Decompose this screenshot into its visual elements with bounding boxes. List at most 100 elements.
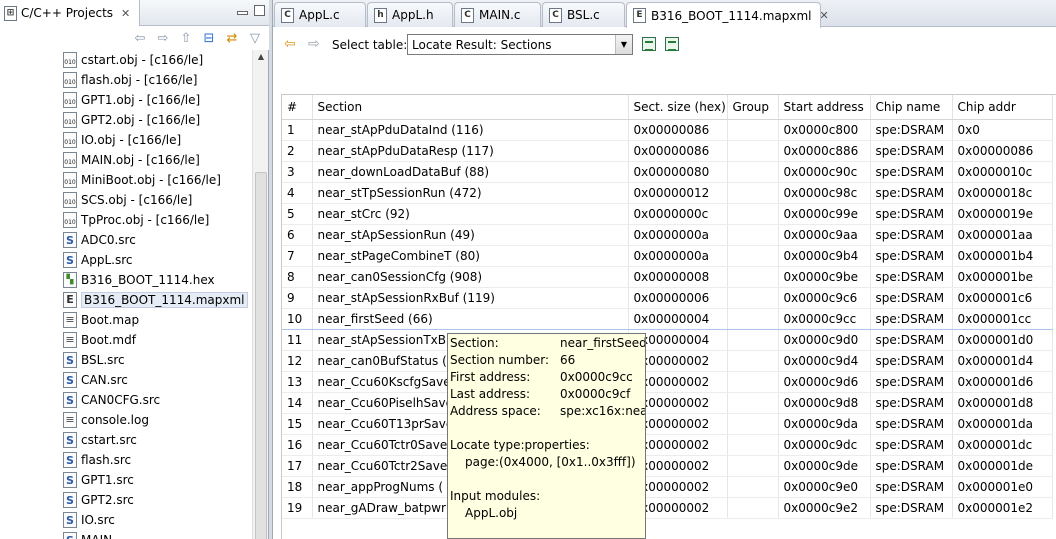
table-row[interactable]: 11 near_stApSessionTxBu 0x00000004 0x0000c9… <box>282 329 1053 351</box>
scrollbar-thumb[interactable] <box>255 172 267 539</box>
table-cell <box>727 307 779 330</box>
tree-item[interactable]: cstart.obj - [c166/le] <box>63 50 203 70</box>
table-cell: spe:DSRAM <box>870 287 953 309</box>
tree-item[interactable]: CAN.src <box>63 370 128 390</box>
column-header[interactable]: Chip name <box>870 95 953 120</box>
table-cell <box>727 266 779 288</box>
tree-item-label: GPT1.obj - [c166/le] <box>81 93 201 107</box>
table-settings-icon[interactable] <box>665 37 679 51</box>
up-icon[interactable]: ⇧ <box>178 30 194 46</box>
obj-file-icon <box>63 192 77 208</box>
tree-item[interactable]: flash.obj - [c166/le] <box>63 70 197 90</box>
table-row[interactable]: 9 near_stApSessionRxBuf (119) 0x00000006 0x… <box>282 287 1053 309</box>
tree-item[interactable]: GPT2.src <box>63 490 134 510</box>
table-row[interactable]: 12 near_can0BufStatus (9 0x00000002 0x0000c… <box>282 350 1053 372</box>
table-row[interactable]: 4 near_stTpSessionRun (472) 0x00000012 0x00… <box>282 182 1053 204</box>
tree-item-label: flash.src <box>81 453 132 467</box>
table-row[interactable]: 8 near_can0SessionCfg (908) 0x00000008 0x00… <box>282 266 1053 288</box>
column-header[interactable]: Sect. size (hex) <box>628 95 728 120</box>
tooltip-last-key: Last address: <box>450 387 530 401</box>
tooltip-last-value: 0x0000c9cf <box>560 387 631 401</box>
tree-item[interactable]: AppL.src <box>63 250 132 270</box>
table-row[interactable]: 5 near_stCrc (92) 0x0000000c 0x0000c99e spe:… <box>282 203 1053 225</box>
tree-item[interactable]: B316_BOOT_1114.hex <box>63 270 215 290</box>
scroll-up-icon[interactable]: ▲ <box>253 52 269 66</box>
tree-item[interactable]: GPT1.obj - [c166/le] <box>63 90 200 110</box>
back-arrow-icon[interactable]: ⇦ <box>284 37 296 51</box>
view-menu-icon[interactable]: ▽ <box>247 30 263 46</box>
table-row[interactable]: 6 near_stApSessionRun (49) 0x0000000a 0x000… <box>282 224 1053 246</box>
editor-tab[interactable]: MAIN.c <box>454 2 541 27</box>
column-header[interactable]: Group <box>727 95 779 120</box>
tree-item[interactable]: TpProc.obj - [c166/le] <box>63 210 209 230</box>
tree-item[interactable]: cstart.src <box>63 430 137 450</box>
editor-tab[interactable]: B316_BOOT_1114.mapxml ✕ <box>626 2 829 28</box>
table-cell: 18 <box>282 476 313 498</box>
table-row[interactable]: 7 near_stPageCombineT (80) 0x0000000a 0x000… <box>282 245 1053 267</box>
tree-item[interactable]: B316_BOOT_1114.mapxml <box>63 290 248 310</box>
tree-item-label: console.log <box>81 413 149 427</box>
link-with-editor-icon[interactable]: ⇄ <box>224 30 240 46</box>
tree-item[interactable]: SCS.obj - [c166/le] <box>63 190 192 210</box>
table-row[interactable]: 16 near_Ccu60Tctr0Save 0x00000002 0x0000c9d… <box>282 434 1053 456</box>
table-row[interactable]: 3 near_downLoadDataBuf (88) 0x00000080 0x00… <box>282 161 1053 183</box>
tree-item[interactable]: ADC0.src <box>63 230 136 250</box>
close-icon[interactable]: ✕ <box>820 9 829 22</box>
column-header[interactable]: Section <box>312 95 629 120</box>
tree-item-label: IO.src <box>81 513 115 527</box>
tree-item[interactable]: flash.src <box>63 450 131 470</box>
maximize-button[interactable] <box>254 5 265 16</box>
project-tree-scrollbar[interactable]: ▲ <box>252 50 268 539</box>
select-table-dropdown[interactable]: Locate Result: Sections ▼ <box>407 34 633 55</box>
tree-item[interactable]: MiniBoot.obj - [c166/le] <box>63 170 221 190</box>
tree-item-label: AppL.src <box>81 253 133 267</box>
tree-item[interactable]: GPT2.obj - [c166/le] <box>63 110 200 130</box>
back-icon[interactable]: ⇦ <box>132 30 148 46</box>
tooltip-first-value: 0x0000c9cc <box>560 370 633 384</box>
tree-item[interactable]: Boot.map <box>63 310 139 330</box>
column-header[interactable]: Start address <box>778 95 871 120</box>
tree-item-label: B316_BOOT_1114.hex <box>81 273 215 287</box>
column-header[interactable]: # <box>282 95 313 120</box>
tree-item-label: Boot.map <box>81 313 140 327</box>
table-row[interactable]: 10 near_firstSeed (66) 0x00000004 0x0000c9c… <box>282 307 1053 330</box>
tree-item-label: MAIN... <box>81 533 124 539</box>
tab-cpp-projects[interactable]: C/C++ Projects ✕ <box>0 0 140 26</box>
table-row[interactable]: 17 near_Ccu60Tctr2Save 0x00000002 0x0000c9d… <box>282 455 1053 477</box>
editor-tab[interactable]: AppL.c <box>274 2 366 27</box>
tree-item-label: GPT2.src <box>81 493 134 507</box>
forward-arrow-icon[interactable]: ⇨ <box>308 37 320 51</box>
editor-tab[interactable]: BSL.c <box>542 2 625 27</box>
tree-item[interactable]: MAIN.obj - [c166/le] <box>63 150 200 170</box>
table-cell: 2 <box>282 140 313 162</box>
tree-item[interactable]: IO.src <box>63 510 115 530</box>
chevron-down-icon[interactable]: ▼ <box>615 35 632 54</box>
table-row[interactable]: 2 near_stApPduDataResp (117) 0x00000086 0x0… <box>282 140 1053 162</box>
tree-item[interactable]: IO.obj - [c166/le] <box>63 130 181 150</box>
tooltip-number-value: 66 <box>560 353 576 367</box>
tree-item[interactable]: Boot.mdf <box>63 330 136 350</box>
close-icon[interactable]: ✕ <box>121 7 130 20</box>
table-cell: 5 <box>282 203 313 225</box>
tree-item[interactable]: console.log <box>63 410 149 430</box>
table-row[interactable]: 19 near_gADraw_batpwr 0x00000002 0x0000c9e2… <box>282 497 1053 519</box>
table-row[interactable]: 18 near_appProgNums (0x00000002 0x0000c9e0… <box>282 476 1053 498</box>
table-cell <box>727 245 779 267</box>
tree-item[interactable]: MAIN... <box>63 530 124 539</box>
tree-item[interactable]: CAN0CFG.src <box>63 390 160 410</box>
column-header[interactable]: Chip addr <box>952 95 1053 120</box>
forward-icon[interactable]: ⇨ <box>155 30 171 46</box>
collapse-all-icon[interactable]: ⊟ <box>201 30 217 46</box>
table-row[interactable]: 15 near_Ccu60T13prSave 0x00000002 0x0000c9d… <box>282 413 1053 435</box>
table-row[interactable]: 1 near_stApPduDataInd (116) 0x00000086 0x00… <box>282 119 1053 141</box>
tree-item[interactable]: BSL.src <box>63 350 125 370</box>
table-cell: 0x000001cc <box>952 307 1053 330</box>
table-row[interactable]: 13 near_Ccu60KscfgSave 0x00000002 0x0000c9d… <box>282 371 1053 393</box>
src-file-icon <box>63 432 77 448</box>
export-table-icon[interactable] <box>642 37 656 51</box>
editor-tab[interactable]: AppL.h <box>367 2 453 27</box>
table-cell: 0x0000c800 <box>778 119 871 141</box>
table-row[interactable]: 14 near_Ccu60PiselhSave 0x00000002 0x0000c9… <box>282 392 1053 414</box>
minimize-button[interactable] <box>237 11 248 15</box>
tree-item[interactable]: GPT1.src <box>63 470 134 490</box>
